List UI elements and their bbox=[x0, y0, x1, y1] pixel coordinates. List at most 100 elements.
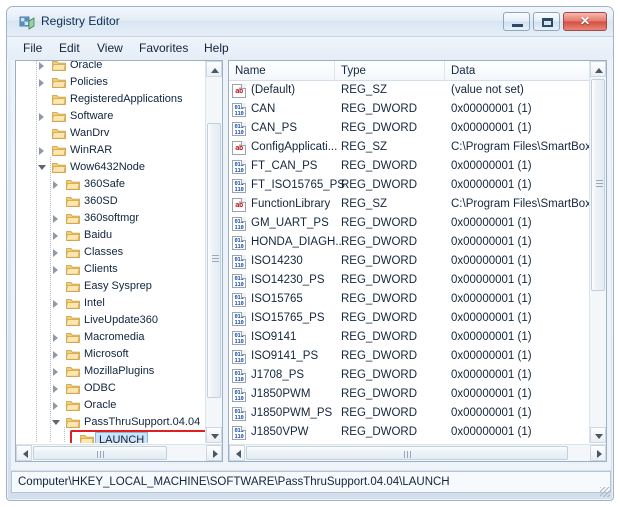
column-header-type[interactable]: Type bbox=[335, 61, 445, 81]
scrollbar-grip bbox=[212, 255, 219, 263]
chevron-right-icon[interactable] bbox=[53, 249, 58, 257]
registry-value-row[interactable]: 011 110J1850PWM_PSREG_DWORD0x00000001 (1… bbox=[229, 404, 589, 423]
registry-value-row[interactable]: 011 110J1850PWMREG_DWORD0x00000001 (1) bbox=[229, 385, 589, 404]
registry-value-row[interactable]: abFunctionLibraryREG_SZC:\Program Files\… bbox=[229, 195, 589, 214]
chevron-right-icon[interactable] bbox=[53, 232, 58, 240]
value-type: REG_DWORD bbox=[341, 366, 417, 385]
chevron-right-icon[interactable] bbox=[53, 368, 58, 376]
chevron-right-icon[interactable] bbox=[39, 147, 44, 155]
tree-scrollbar-thumb[interactable] bbox=[207, 123, 221, 398]
tree-item-label: 360Safe bbox=[84, 176, 125, 193]
tree-item-label: 360softmgr bbox=[84, 210, 139, 227]
registry-value-row[interactable]: 011 110FT_ISO15765_PSREG_DWORD0x00000001… bbox=[229, 176, 589, 195]
resize-grip[interactable] bbox=[600, 487, 610, 497]
list-scrollbar-thumb[interactable] bbox=[591, 79, 605, 291]
chevron-down-icon[interactable] bbox=[38, 165, 46, 170]
client-area: OraclePoliciesRegisteredApplicationsSoft… bbox=[11, 60, 611, 470]
dword-value-icon: 011 110 bbox=[232, 293, 246, 307]
menu-item-file[interactable]: File bbox=[17, 40, 48, 56]
list-horizontal-scrollbar[interactable] bbox=[229, 444, 606, 461]
value-type: REG_DWORD bbox=[341, 347, 417, 366]
list-scroll-left-button[interactable] bbox=[229, 445, 245, 461]
menu-item-favorites[interactable]: Favorites bbox=[133, 40, 194, 56]
tree-scroll-left-button[interactable] bbox=[16, 445, 32, 461]
tree-item-label: WanDrv bbox=[70, 125, 109, 142]
list-scroll-right-button[interactable] bbox=[590, 445, 606, 461]
chevron-right-icon[interactable] bbox=[53, 402, 58, 410]
value-icon-glyph: 011 110 bbox=[233, 332, 245, 344]
registry-value-row[interactable]: 011 110ISO9141_PSREG_DWORD0x00000001 (1) bbox=[229, 347, 589, 366]
title-bar[interactable]: Registry Editor ✕ bbox=[7, 7, 613, 37]
chevron-right-icon[interactable] bbox=[39, 113, 44, 121]
tree-item-label: Wow6432Node bbox=[70, 159, 145, 176]
folder-icon bbox=[66, 179, 80, 190]
registry-value-row[interactable]: 011 110CANREG_DWORD0x00000001 (1) bbox=[229, 100, 589, 119]
column-header-name[interactable]: Name bbox=[229, 61, 335, 81]
scrollbar-grip bbox=[97, 451, 105, 458]
value-name: ISO15765 bbox=[251, 290, 303, 309]
tree-scroll-right-button[interactable] bbox=[206, 445, 222, 461]
chevron-right-icon[interactable] bbox=[39, 79, 44, 87]
tree-scroll-up-button[interactable] bbox=[206, 61, 222, 77]
value-name: GM_UART_PS bbox=[251, 214, 329, 233]
registry-tree-pane[interactable]: OraclePoliciesRegisteredApplicationsSoft… bbox=[15, 60, 223, 462]
folder-icon bbox=[66, 417, 80, 428]
folder-icon bbox=[66, 298, 80, 309]
registry-value-row[interactable]: 011 110ISO14230_PSREG_DWORD0x00000001 (1… bbox=[229, 271, 589, 290]
registry-value-row[interactable]: 011 110ISO15765REG_DWORD0x00000001 (1) bbox=[229, 290, 589, 309]
tree-vertical-scrollbar[interactable] bbox=[205, 61, 222, 443]
chevron-right-icon[interactable] bbox=[53, 266, 58, 274]
close-button[interactable]: ✕ bbox=[563, 12, 607, 31]
menu-item-view[interactable]: View bbox=[91, 40, 129, 56]
tree-h-scrollbar-thumb[interactable] bbox=[33, 446, 167, 460]
value-icon-glyph: 011 110 bbox=[233, 161, 245, 173]
menu-item-edit[interactable]: Edit bbox=[53, 40, 86, 56]
list-h-scrollbar-thumb[interactable] bbox=[246, 446, 568, 460]
folder-icon bbox=[52, 111, 66, 122]
dword-value-icon: 011 110 bbox=[232, 426, 246, 440]
registry-value-row[interactable]: 011 110GM_UART_PSREG_DWORD0x00000001 (1) bbox=[229, 214, 589, 233]
chevron-right-icon[interactable] bbox=[53, 334, 58, 342]
registry-value-row[interactable]: 011 110J1708_PSREG_DWORD0x00000001 (1) bbox=[229, 366, 589, 385]
scroll-right-icon bbox=[597, 450, 602, 458]
chevron-right-icon[interactable] bbox=[53, 215, 58, 223]
chevron-right-icon[interactable] bbox=[53, 300, 58, 308]
chevron-right-icon[interactable] bbox=[53, 385, 58, 393]
tree-horizontal-scrollbar[interactable] bbox=[16, 444, 222, 461]
dword-value-icon: 011 110 bbox=[232, 350, 246, 364]
list-vertical-scrollbar[interactable] bbox=[589, 61, 606, 443]
registry-value-row[interactable]: ab(Default)REG_SZ(value not set) bbox=[229, 81, 589, 100]
list-scroll-up-button[interactable] bbox=[590, 61, 606, 77]
chevron-right-icon[interactable] bbox=[53, 181, 58, 189]
registry-value-row[interactable]: 011 110ISO9141REG_DWORD0x00000001 (1) bbox=[229, 328, 589, 347]
minimize-button[interactable] bbox=[503, 12, 530, 31]
registry-value-row[interactable]: 011 110J1850VPWREG_DWORD0x00000001 (1) bbox=[229, 423, 589, 442]
column-header-data[interactable]: Data bbox=[445, 61, 607, 81]
value-icon-glyph: 011 110 bbox=[233, 389, 245, 401]
value-data: 0x00000001 (1) bbox=[451, 423, 532, 442]
registry-value-row[interactable]: 011 110ISO14230REG_DWORD0x00000001 (1) bbox=[229, 252, 589, 271]
scroll-down-icon bbox=[595, 434, 603, 439]
chevron-right-icon[interactable] bbox=[53, 351, 58, 359]
value-name: J1850PWM_PS bbox=[251, 404, 332, 423]
maximize-button[interactable] bbox=[533, 12, 560, 31]
registry-value-row[interactable]: 011 110FT_CAN_PSREG_DWORD0x00000001 (1) bbox=[229, 157, 589, 176]
registry-value-row[interactable]: 011 110CAN_PSREG_DWORD0x00000001 (1) bbox=[229, 119, 589, 138]
list-scroll-down-button[interactable] bbox=[590, 427, 606, 443]
tree-scroll-down-button[interactable] bbox=[206, 427, 222, 443]
value-icon-glyph: 011 110 bbox=[233, 351, 245, 363]
value-name: ISO14230_PS bbox=[251, 271, 325, 290]
value-type: REG_DWORD bbox=[341, 214, 417, 233]
registry-values-pane[interactable]: NameTypeData ab(Default)REG_SZ(value not… bbox=[228, 60, 607, 462]
folder-icon bbox=[66, 264, 80, 275]
registry-editor-icon bbox=[19, 14, 35, 30]
chevron-down-icon[interactable] bbox=[52, 420, 60, 425]
registry-value-row[interactable]: abConfigApplicati...REG_SZC:\Program Fil… bbox=[229, 138, 589, 157]
registry-value-row[interactable]: 011 110HONDA_DIAGH...REG_DWORD0x00000001… bbox=[229, 233, 589, 252]
registry-value-row[interactable]: 011 110ISO15765_PSREG_DWORD0x00000001 (1… bbox=[229, 309, 589, 328]
menu-item-help[interactable]: Help bbox=[198, 40, 235, 56]
value-type: REG_DWORD bbox=[341, 423, 417, 442]
value-data: 0x00000001 (1) bbox=[451, 385, 532, 404]
chevron-right-icon[interactable] bbox=[39, 62, 44, 70]
dword-value-icon: 011 110 bbox=[232, 388, 246, 402]
